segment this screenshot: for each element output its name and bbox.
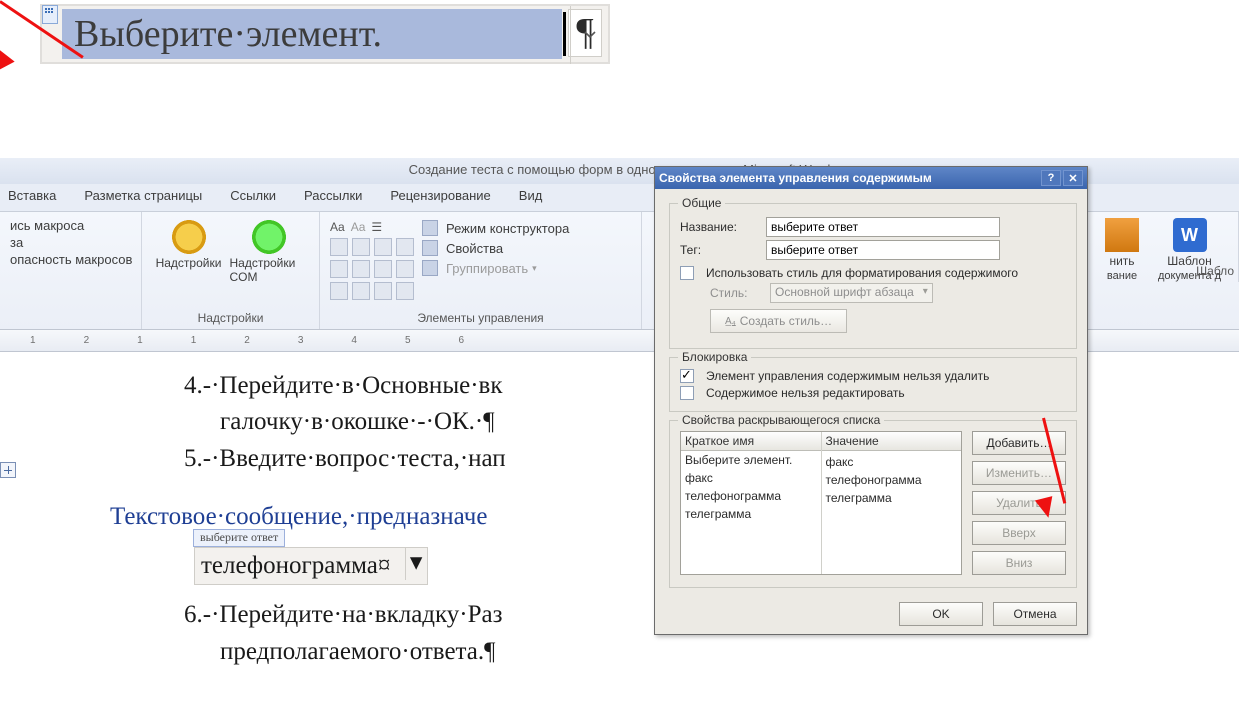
group-label: Элементы управления — [320, 311, 641, 329]
style-combobox: Основной шрифт абзаца — [770, 283, 933, 303]
tab-view[interactable]: Вид — [519, 188, 543, 211]
control-gallery[interactable] — [330, 238, 414, 300]
lock-delete-checkbox[interactable] — [680, 369, 694, 383]
list-item: факс — [822, 453, 962, 471]
content-control-placeholder[interactable]: Выберите·элемент. — [62, 9, 562, 59]
group-legend: Блокировка — [678, 350, 751, 364]
com-addins-button[interactable]: Надстройки COM — [230, 220, 308, 284]
group-legend: Свойства раскрывающегося списка — [678, 413, 884, 427]
group-legend: Общие — [678, 196, 725, 210]
content-control-inline[interactable]: выберите ответ телефонограмма¤ ▾ — [194, 547, 428, 585]
col-header-value[interactable]: Значение — [822, 432, 962, 451]
record-macro-partial[interactable]: ись макроса — [10, 218, 132, 233]
anchor-icon[interactable] — [0, 462, 16, 478]
use-style-label: Использовать стиль для форматирования со… — [706, 266, 1018, 280]
list-item: телефонограмма — [822, 471, 962, 489]
dialog-title: Свойства элемента управления содержимым — [659, 171, 1039, 185]
lock-delete-label: Элемент управления содержимым нельзя уда… — [706, 369, 989, 383]
tag-input[interactable] — [766, 240, 1000, 260]
dropdown-items-list[interactable]: Краткое имя Выберите элемент. факс телеф… — [680, 431, 962, 575]
dropdown-button[interactable] — [570, 6, 608, 64]
design-mode-button[interactable]: Режим конструктора — [422, 220, 569, 236]
addins-button[interactable]: Надстройки — [154, 220, 224, 284]
tab-insert[interactable]: Вставка — [8, 188, 56, 211]
down-button: Вниз — [972, 551, 1066, 575]
ruler-pencil-icon — [422, 220, 438, 236]
dialog-titlebar[interactable]: Свойства элемента управления содержимым … — [655, 167, 1087, 189]
macro-security-partial[interactable]: опасность макросов — [10, 252, 132, 267]
list-item[interactable]: факс — [681, 469, 821, 487]
group-button: Группировать ▾ — [422, 260, 569, 276]
list-item[interactable]: телеграмма — [681, 505, 821, 523]
close-button[interactable]: ✕ — [1063, 170, 1083, 186]
shield-icon — [1105, 218, 1139, 252]
lock-edit-checkbox[interactable] — [680, 386, 694, 400]
ok-button[interactable]: OK — [899, 602, 983, 626]
list-item: телеграмма — [822, 489, 962, 507]
group-list: Свойства раскрывающегося списка Краткое … — [669, 420, 1077, 588]
word-doc-icon — [1173, 218, 1207, 252]
group-label: Шабло — [1087, 264, 1238, 282]
group-label: Надстройки — [142, 311, 319, 329]
group-lock: Блокировка Элемент управления содержимым… — [669, 357, 1077, 412]
pause-macro-partial[interactable]: за — [10, 235, 132, 250]
tag-label: Тег: — [680, 243, 758, 257]
list-item[interactable]: Выберите элемент. — [681, 451, 821, 469]
macros-stack: ись макроса за опасность макросов — [10, 218, 132, 267]
help-button[interactable]: ? — [1041, 170, 1061, 186]
group-common: Общие Название: Тег: Использовать стиль … — [669, 203, 1077, 349]
tab-mailings[interactable]: Рассылки — [304, 188, 362, 211]
style-label: Стиль: — [710, 286, 762, 300]
up-button: Вверх — [972, 521, 1066, 545]
cancel-button[interactable]: Отмена — [993, 602, 1077, 626]
text-cursor — [563, 12, 566, 56]
hand-sheet-icon — [422, 240, 438, 256]
chevron-down-icon — [584, 29, 596, 41]
content-control-value: телефонограмма¤ — [195, 548, 398, 584]
col-header-name[interactable]: Краткое имя — [681, 432, 821, 451]
group-icon — [422, 260, 438, 276]
content-control-properties-dialog: Свойства элемента управления содержимым … — [654, 166, 1088, 635]
gear-icon — [252, 220, 286, 254]
tab-references[interactable]: Ссылки — [230, 188, 276, 211]
new-style-button: A̲₄ Создать стиль… — [710, 309, 847, 333]
drag-handle-icon[interactable] — [42, 5, 58, 24]
style-a-icon: A̲₄ — [725, 316, 736, 327]
properties-button[interactable]: Свойства — [422, 240, 569, 256]
content-control-tag: выберите ответ — [193, 529, 285, 547]
placeholder-text: Выберите·элемент. — [74, 12, 382, 56]
tab-review[interactable]: Рецензирование — [390, 188, 490, 211]
dropdown-button[interactable]: ▾ — [405, 548, 427, 580]
tab-page-layout[interactable]: Разметка страницы — [84, 188, 202, 211]
list-item[interactable]: телефонограмма — [681, 487, 821, 505]
gear-icon — [172, 220, 206, 254]
lock-edit-label: Содержимое нельзя редактировать — [706, 386, 905, 400]
use-style-checkbox[interactable] — [680, 266, 694, 280]
content-control-top[interactable]: Выберите·элемент. ¶ — [40, 4, 610, 64]
name-input[interactable] — [766, 217, 1000, 237]
edit-button: Изменить… — [972, 461, 1066, 485]
name-label: Название: — [680, 220, 758, 234]
